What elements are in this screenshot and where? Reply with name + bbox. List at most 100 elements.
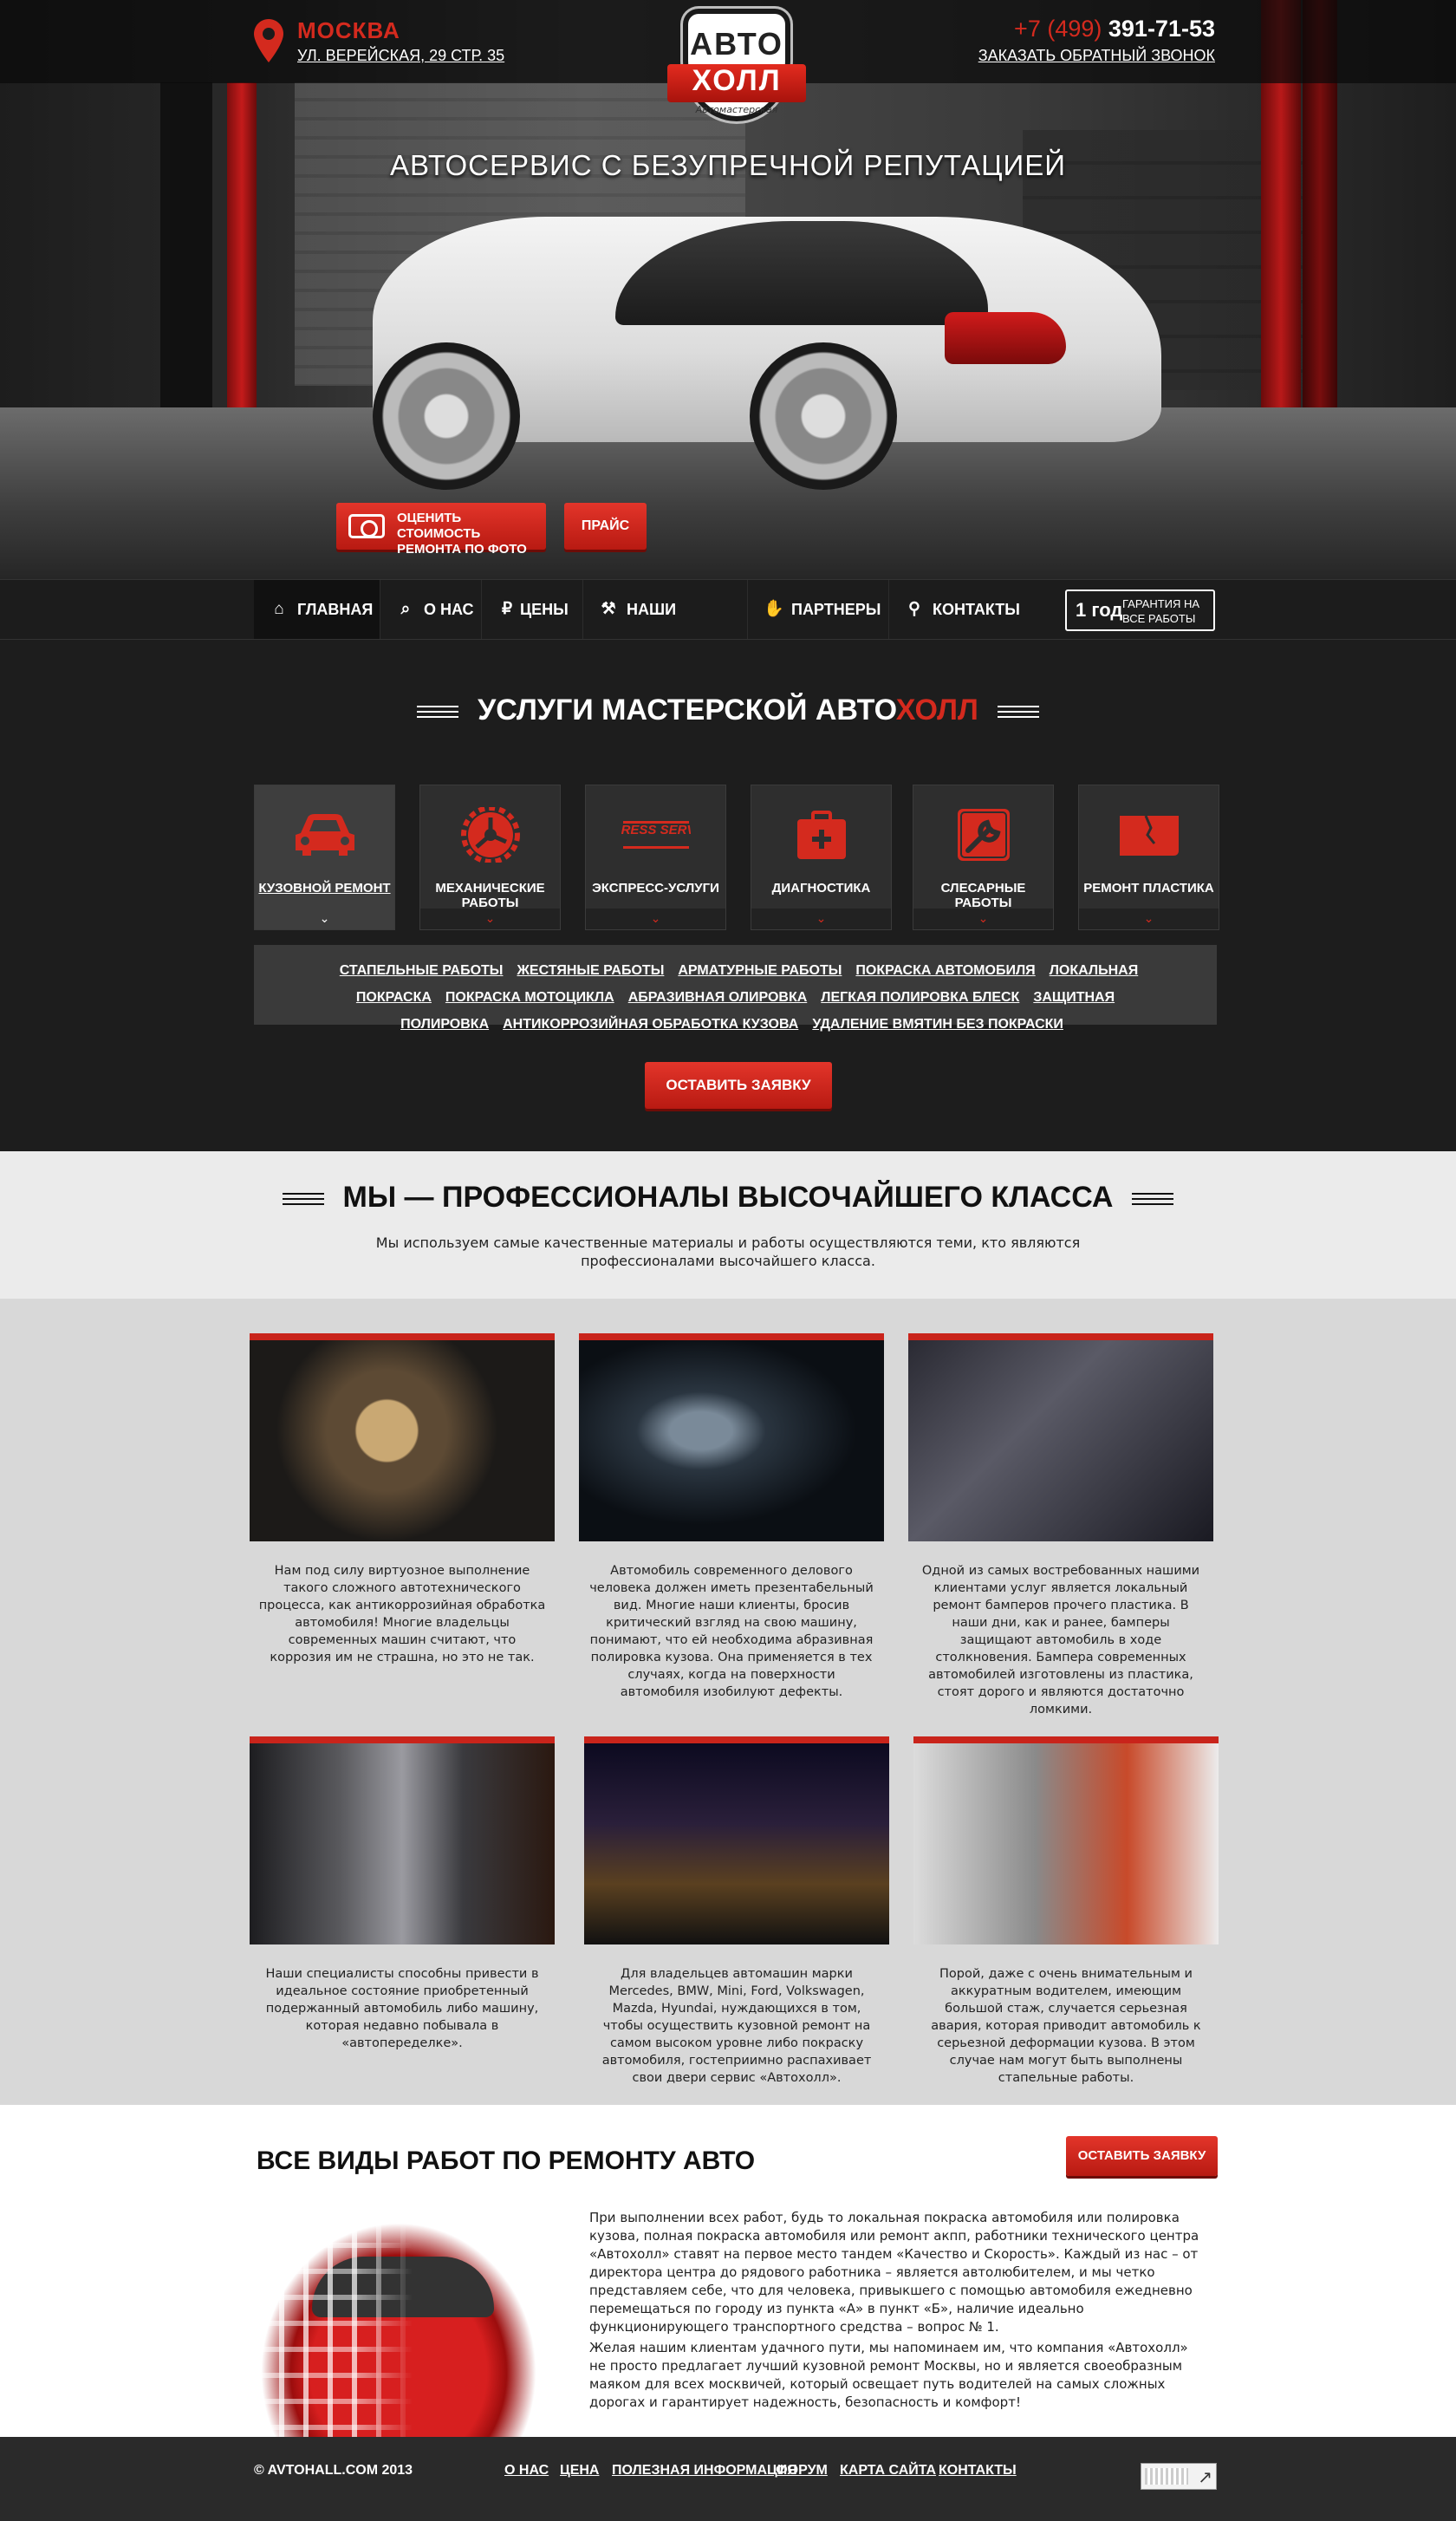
gear-icon — [461, 807, 520, 863]
leave-request-button[interactable]: ОСТАВИТЬ ЗАЯВКУ — [645, 1062, 832, 1109]
services-section: УСЛУГИ МАСТЕРСКОЙ АВТОХОЛЛ КУЗОВНОЙ РЕМО… — [0, 640, 1456, 1151]
chevron-down-icon: ⌄ — [586, 909, 725, 929]
services-title-main: УСЛУГИ МАСТЕРСКОЙ — [478, 694, 816, 726]
sublink[interactable]: ЛЕГКАЯ ПОЛИРОВКА БЛЕСК — [821, 990, 1019, 1005]
main-nav: ⌂ ГЛАВНАЯ ⌕ О НАС ₽ ЦЕНЫ ⚒НАШИ РАБОТЫ ✋ ПАРТ… — [0, 579, 1456, 677]
gallery-card: Одной из самых востребованных нашими кли… — [908, 1333, 1213, 1718]
sublink[interactable]: ЖЕСТЯНЫЕ РАБОТЫ — [517, 963, 664, 978]
gallery-card: Наши специалисты способны привести в иде… — [250, 1736, 555, 2052]
chevron-down-icon: ⌄ — [751, 909, 891, 929]
wrench-icon — [958, 809, 1010, 861]
guarantee-badge: 1 год ГАРАНТИЯ НА ВСЕ РАБОТЫ — [1065, 590, 1215, 631]
gallery-text: Для владельцев автомашин марки Mercedes,… — [601, 1967, 872, 2085]
services-title-auto: АВТО — [815, 694, 896, 726]
service-card-plastic-repair[interactable]: РЕМОНТ ПЛАСТИКА ⌄ — [1078, 785, 1219, 930]
service-card-locksmith[interactable]: СЛЕСАРНЫЕ РАБОТЫ ⌄ — [913, 785, 1054, 930]
service-card-mechanical[interactable]: МЕХАНИЧЕСКИЕ РАБОТЫ ⌄ — [419, 785, 561, 930]
footer-link[interactable]: О НАС — [504, 2463, 549, 2479]
logo-word-bottom: ХОЛЛ — [692, 64, 782, 97]
chevron-down-icon: ⌄ — [913, 909, 1053, 929]
sublink[interactable]: ПОКРАСКА АВТОМОБИЛЯ — [855, 963, 1035, 978]
footer-link[interactable]: КАРТА САЙТА — [840, 2463, 936, 2479]
chevron-down-icon: ⌄ — [1079, 909, 1219, 929]
service-card-body-repair[interactable]: КУЗОВНОЙ РЕМОНТ ⌄ — [254, 785, 395, 930]
gallery-image[interactable] — [250, 1736, 555, 1944]
sublink[interactable]: УДАЛЕНИЕ ВМЯТИН БЕЗ ПОКРАСКИ — [812, 1017, 1063, 1032]
sublink[interactable]: АБРАЗИВНАЯ ОЛИРОВКА — [628, 990, 808, 1005]
nav-item-works[interactable]: ⚒НАШИ РАБОТЫ — [583, 580, 748, 677]
repair-paragraph: Желая нашим клиентам удачного пути, мы н… — [589, 2340, 1188, 2410]
phone-digits: 391-71-53 — [1108, 16, 1215, 42]
gallery-image[interactable] — [908, 1333, 1213, 1541]
footer-link[interactable]: КОНТАКТЫ — [939, 2463, 1017, 2479]
nav-label: ГЛАВНАЯ — [297, 601, 374, 618]
service-card-express[interactable]: EXPRESS SERVICE ЭКСПРЕСС-УСЛУГИ ⌄ — [585, 785, 726, 930]
repair-paragraph: При выполнении всех работ, будь то локал… — [589, 2210, 1199, 2335]
professionals-text: Мы используем самые качественные материа… — [375, 1234, 1081, 1269]
site-logo[interactable]: АВТО ХОЛЛ Автомастерская — [667, 9, 806, 126]
footer: © AVTOHALL.COM 2013 О НАС ЦЕНА ПОЛЕЗНАЯ … — [0, 2437, 1456, 2521]
sublink[interactable]: АНТИКОРРОЗИЙНАЯ ОБРАБОТКА КУЗОВА — [503, 1017, 798, 1032]
express-service-icon: EXPRESS SERVICE — [621, 821, 691, 849]
sublink[interactable]: СТАПЕЛЬНЫЕ РАБОТЫ — [340, 963, 504, 978]
arrow-icon: ↗ — [1198, 2466, 1212, 2487]
repair-section: ВСЕ ВИДЫ РАБОТ ПО РЕМОНТУ АВТО ОСТАВИТЬ … — [0, 2105, 1456, 2437]
chevron-down-icon: ⌄ — [420, 909, 560, 929]
service-card-label: РЕМОНТ ПЛАСТИКА — [1083, 881, 1214, 896]
service-card-label: ДИАГНОСТИКА — [771, 881, 871, 896]
footer-link[interactable]: ПОЛЕЗНАЯ ИНФОРМАЦИЯ — [612, 2463, 797, 2479]
footer-link[interactable]: ФОРУМ — [776, 2463, 828, 2479]
location-pin-icon — [254, 19, 283, 62]
service-card-label: СЛЕСАРНЫЕ РАБОТЫ — [940, 881, 1026, 910]
title-decoration — [417, 706, 459, 719]
callback-link[interactable]: ЗАКАЗАТЬ ОБРАТНЫЙ ЗВОНОК — [978, 47, 1215, 65]
leave-request-button[interactable]: ОСТАВИТЬ ЗАЯВКУ — [1066, 2136, 1218, 2176]
nav-item-about[interactable]: ⌕ О НАС — [380, 580, 482, 639]
visitor-counter[interactable]: ↗ — [1141, 2463, 1217, 2490]
chevron-down-icon: ⌄ — [255, 909, 394, 929]
copyright: © AVTOHALL.COM 2013 — [254, 2463, 413, 2478]
gallery-text: Автомобиль современного делового человек… — [589, 1564, 874, 1699]
footer-link[interactable]: ЦЕНА — [560, 2463, 599, 2479]
repair-title: ВСЕ ВИДЫ РАБОТ ПО РЕМОНТУ АВТО — [257, 2146, 756, 2175]
home-icon: ⌂ — [274, 600, 284, 618]
estimate-by-photo-button[interactable]: ОЦЕНИТЬ СТОИМОСТЬ РЕМОНТА ПО ФОТО — [336, 503, 546, 557]
phone-code: +7 (499) — [1014, 16, 1102, 42]
service-card-label: ЭКСПРЕСС-УСЛУГИ — [592, 881, 719, 896]
handshake-icon: ✋ — [764, 600, 784, 618]
camera-icon — [348, 514, 385, 538]
services-title: УСЛУГИ МАСТЕРСКОЙ АВТОХОЛЛ — [0, 694, 1456, 727]
service-sublinks: СТАПЕЛЬНЫЕ РАБОТЫ ЖЕСТЯНЫЕ РАБОТЫ АРМАТУРН… — [254, 945, 1217, 1032]
nav-item-partners[interactable]: ✋ ПАРТНЕРЫ — [748, 580, 889, 639]
title-decoration — [1132, 1193, 1174, 1206]
gallery-image[interactable] — [584, 1736, 889, 1944]
nav-item-prices[interactable]: ₽ ЦЕНЫ — [482, 580, 583, 639]
gallery-card: Порой, даже с очень внимательным и аккур… — [913, 1736, 1219, 2087]
nav-item-home[interactable]: ⌂ ГЛАВНАЯ — [254, 580, 380, 639]
medkit-icon — [797, 811, 846, 859]
sublink[interactable]: АРМАТУРНЫЕ РАБОТЫ — [678, 963, 842, 978]
gallery-card: Нам под силу виртуозное выполнение таког… — [250, 1333, 555, 1666]
phone-number[interactable]: +7 (499) 391-71-53 — [1014, 16, 1215, 42]
service-card-diagnostics[interactable]: ДИАГНОСТИКА ⌄ — [751, 785, 892, 930]
works-gallery: Нам под силу виртуозное выполнение таког… — [0, 1299, 1456, 2105]
nav-item-contacts[interactable]: ⚲ КОНТАКТЫ — [889, 580, 1024, 639]
nav-label: ЦЕНЫ — [520, 601, 569, 618]
location-icon: ⚲ — [908, 600, 920, 618]
guarantee-text: ГАРАНТИЯ НА ВСЕ РАБОТЫ — [1122, 597, 1200, 625]
sublink[interactable]: ПОКРАСКА МОТОЦИКЛА — [445, 990, 614, 1005]
gallery-text: Порой, даже с очень внимательным и аккур… — [931, 1967, 1201, 2085]
hero-car-wheel — [373, 342, 520, 490]
gallery-image[interactable] — [250, 1333, 555, 1541]
gallery-image[interactable] — [913, 1736, 1219, 1944]
logo-word-top: АВТО — [690, 26, 783, 62]
city-name: МОСКВА — [297, 17, 400, 43]
nav-label: КОНТАКТЫ — [933, 601, 1020, 618]
professionals-title-text: МЫ — ПРОФЕССИОНАЛЫ ВЫСОЧАЙШЕГО КЛАССА — [342, 1181, 1114, 1214]
service-card-label: КУЗОВНОЙ РЕМОНТ — [258, 881, 391, 896]
gallery-image[interactable] — [579, 1333, 884, 1541]
price-button[interactable]: ПРАЙС — [564, 503, 647, 550]
services-title-red: ХОЛЛ — [895, 694, 978, 726]
repair-car-image — [260, 2222, 537, 2437]
address-link[interactable]: УЛ. ВЕРЕЙСКАЯ, 29 СТР. 35 — [297, 47, 504, 65]
